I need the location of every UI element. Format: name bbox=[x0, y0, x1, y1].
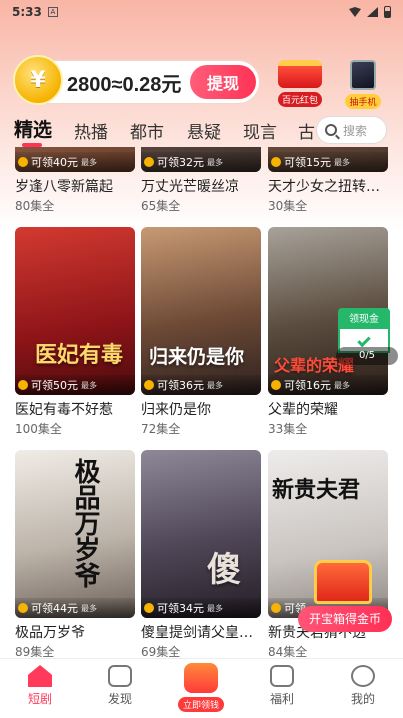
drama-title: 极品万岁爷 bbox=[15, 625, 85, 641]
poster-title-art: 医妃有毒 bbox=[35, 342, 124, 368]
drama-card[interactable]: 可领15元 最多 天才少女之扭转… 30集全 bbox=[268, 147, 388, 214]
reward-badge: 可领34元 最多 bbox=[141, 598, 261, 618]
drama-card[interactable]: 可领32元 最多 万丈光芒暖丝凉 65集全 bbox=[141, 147, 261, 214]
poster-title-art: 归来仍是你 bbox=[149, 346, 245, 368]
drama-poster: 可领32元 最多 bbox=[141, 147, 261, 172]
drama-episodes: 89集全 bbox=[15, 645, 55, 657]
tab-suspense[interactable]: 悬疑 bbox=[187, 118, 221, 143]
battery-icon bbox=[384, 6, 391, 18]
drama-episodes: 80集全 bbox=[15, 199, 55, 213]
home-icon bbox=[28, 665, 52, 687]
drama-card[interactable]: 傻 可领34元 最多 傻皇提剑请父皇… 69集全 bbox=[141, 450, 261, 657]
search-placeholder: 搜索 bbox=[343, 123, 368, 138]
drama-poster: 医妃有毒 可领50元 最多 bbox=[15, 227, 135, 395]
tab-hot[interactable]: 热播 bbox=[74, 118, 108, 143]
poster-title-art: 傻 bbox=[207, 550, 241, 590]
drama-card[interactable]: 归来仍是你 可领36元 最多 归来仍是你 72集全 bbox=[141, 227, 261, 437]
phone-lottery-promo[interactable]: 抽手机 bbox=[338, 60, 388, 109]
nav-item-short-drama[interactable]: 短剧 bbox=[10, 665, 70, 707]
cash-progress-bar: 0/5 bbox=[336, 347, 398, 365]
drama-poster: 可领15元 最多 bbox=[268, 147, 388, 172]
drama-title: 万丈光芒暖丝凉 bbox=[141, 179, 239, 195]
claim-cash-label: 领现金 bbox=[338, 308, 390, 327]
search-box[interactable]: 搜索 bbox=[316, 116, 387, 144]
reward-badge: 可领36元 最多 bbox=[141, 375, 261, 395]
phone-icon bbox=[350, 60, 376, 90]
drama-poster: 傻 可领34元 最多 bbox=[141, 450, 261, 618]
drama-title: 归来仍是你 bbox=[141, 402, 211, 418]
wifi-icon bbox=[349, 7, 361, 17]
drama-poster: 可领40元 最多 bbox=[15, 147, 135, 172]
status-bar: 5:33 A bbox=[0, 0, 403, 24]
drama-episodes: 65集全 bbox=[141, 199, 181, 213]
coin-icon: ¥ bbox=[13, 55, 63, 105]
nav-item-welfare[interactable]: 福利 bbox=[252, 665, 312, 707]
drama-card[interactable]: 医妃有毒 可领50元 最多 医妃有毒不好惹 100集全 bbox=[15, 227, 135, 437]
reward-badge: 可领32元 最多 bbox=[141, 152, 261, 172]
nav-item-discover[interactable]: 发现 bbox=[90, 665, 150, 707]
status-time: 5:33 bbox=[12, 5, 42, 19]
open-chest-button[interactable]: 开宝箱得金币 bbox=[298, 606, 392, 632]
reward-badge: 可领16元 最多 bbox=[268, 375, 388, 395]
reward-badge: 可领50元 最多 bbox=[15, 375, 135, 395]
poster-title-art: 新贵夫君 bbox=[272, 477, 361, 503]
coin-balance-bar[interactable]: ¥ 2800≈0.28元 提现 bbox=[13, 55, 260, 105]
drama-title: 岁逢八零新篇起 bbox=[15, 179, 113, 195]
notification-a-icon: A bbox=[47, 7, 58, 17]
gift-icon bbox=[184, 663, 218, 693]
poster-title-art: 极品万岁爷 bbox=[70, 458, 100, 588]
nav-item-profile[interactable]: 我的 bbox=[333, 665, 393, 707]
drama-episodes: 100集全 bbox=[15, 422, 62, 436]
drama-poster: 归来仍是你 可领36元 最多 bbox=[141, 227, 261, 395]
signal-icon bbox=[367, 7, 378, 17]
bottom-nav: 短剧 发现 立即领钱 福利 我的 bbox=[0, 658, 403, 718]
drama-episodes: 33集全 bbox=[268, 422, 308, 436]
drama-title: 医妃有毒不好惹 bbox=[15, 402, 113, 418]
drama-title: 天才少女之扭转… bbox=[268, 179, 380, 195]
reward-badge: 可领40元 最多 bbox=[15, 152, 135, 172]
profile-icon bbox=[351, 665, 375, 687]
drama-title: 傻皇提剑请父皇… bbox=[141, 625, 253, 641]
red-packet-icon bbox=[278, 60, 322, 88]
welfare-icon bbox=[270, 665, 294, 687]
drama-card[interactable]: 极品万岁爷 可领44元 最多 极品万岁爷 89集全 bbox=[15, 450, 135, 657]
drama-episodes: 84集全 bbox=[268, 645, 308, 657]
red-packet-promo[interactable]: 百元红包 bbox=[275, 60, 325, 107]
search-icon bbox=[325, 124, 337, 136]
tab-romance[interactable]: 现言 bbox=[243, 118, 277, 143]
withdraw-button[interactable]: 提现 bbox=[190, 65, 256, 99]
drama-episodes: 72集全 bbox=[141, 422, 181, 436]
drama-episodes: 30集全 bbox=[268, 199, 308, 213]
reward-badge: 可领15元 最多 bbox=[268, 152, 388, 172]
drama-card[interactable]: 可领40元 最多 岁逢八零新篇起 80集全 bbox=[15, 147, 135, 214]
check-icon bbox=[357, 333, 371, 347]
drama-poster: 极品万岁爷 可领44元 最多 bbox=[15, 450, 135, 618]
coin-balance-text: 2800≈0.28元 bbox=[67, 73, 182, 96]
nav-item-claim-money[interactable]: 立即领钱 bbox=[176, 663, 226, 712]
drama-title: 父辈的荣耀 bbox=[268, 402, 338, 418]
phone-lottery-label: 抽手机 bbox=[345, 94, 381, 109]
treasure-chest-icon[interactable] bbox=[314, 560, 372, 604]
tab-ancient[interactable]: 古 bbox=[298, 118, 315, 143]
tab-urban[interactable]: 都市 bbox=[130, 118, 164, 143]
drama-episodes: 69集全 bbox=[141, 645, 181, 657]
red-packet-label: 百元红包 bbox=[277, 92, 322, 107]
play-icon bbox=[108, 665, 132, 687]
tab-featured[interactable]: 精选 bbox=[14, 115, 52, 142]
cash-progress-text: 0/5 bbox=[358, 350, 376, 361]
reward-badge: 可领44元 最多 bbox=[15, 598, 135, 618]
